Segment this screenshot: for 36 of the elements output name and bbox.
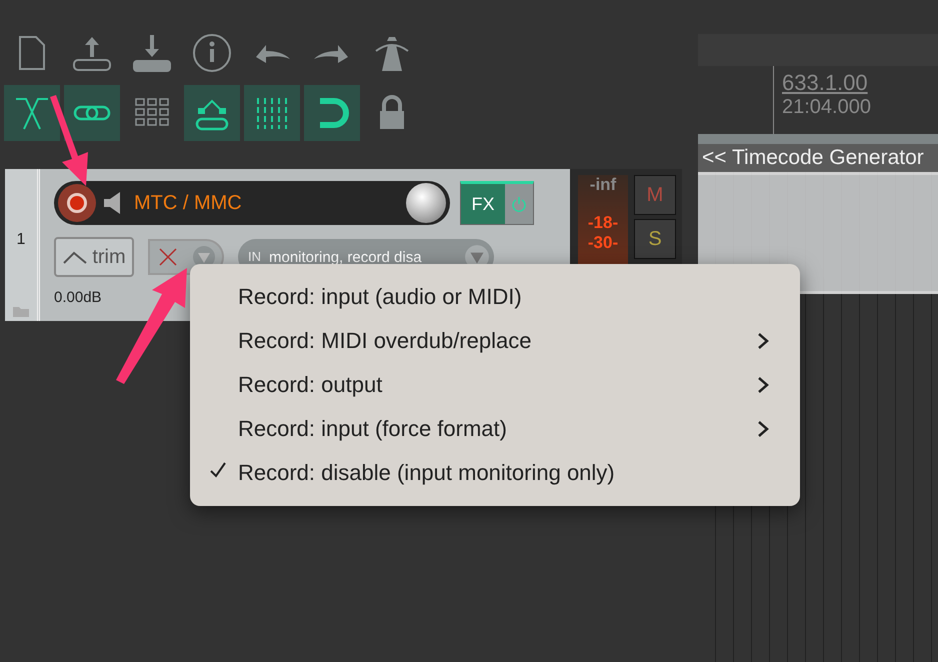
cross-icon — [156, 246, 178, 268]
meter-scale-label: -18- — [588, 213, 618, 233]
info-icon — [192, 32, 232, 72]
menu-item[interactable]: Record: input (audio or MIDI) — [190, 275, 800, 319]
menu-item[interactable]: Record: MIDI overdub/replace — [190, 319, 800, 363]
toggle-button[interactable] — [184, 85, 240, 141]
download-icon — [132, 32, 172, 72]
menu-item[interactable]: Record: disable (input monitoring only) — [190, 451, 800, 495]
trim-button[interactable]: trim — [54, 237, 134, 277]
folder-icon — [13, 305, 29, 317]
bar-position: 633.1.00 — [782, 70, 869, 96]
volume-knob[interactable] — [406, 183, 446, 223]
time-position: 21:04.000 — [782, 96, 872, 119]
toggle-button[interactable] — [244, 85, 300, 141]
checkmark-icon — [208, 460, 228, 480]
menu-item[interactable]: Record: input (force format) — [190, 407, 800, 451]
toolbar-button[interactable] — [192, 32, 232, 72]
toggle-button[interactable] — [64, 85, 120, 141]
toolbar-button[interactable] — [132, 32, 172, 72]
media-item-header[interactable]: << Timecode Generator — [698, 144, 938, 172]
solo-button[interactable]: S — [634, 219, 676, 259]
power-icon — [511, 196, 527, 212]
track-number: 1 — [16, 231, 26, 249]
fx-button[interactable]: FX — [460, 181, 534, 225]
media-item-name: << Timecode Generator — [702, 146, 924, 170]
input-tag: IN — [248, 250, 261, 264]
track-name-bar[interactable]: MTC / MMC — [54, 181, 450, 225]
record-arm-button[interactable] — [58, 184, 96, 222]
trim-volume: 0.00dB — [54, 289, 102, 306]
input-label: monitoring, record disa — [269, 248, 423, 266]
track-name: MTC / MMC — [134, 192, 243, 214]
toggle-button[interactable] — [304, 85, 360, 141]
meter-scale-label: -30- — [588, 233, 618, 253]
menu-item[interactable]: Record: output — [190, 363, 800, 407]
peak-reading: -inf — [590, 175, 616, 195]
toggle-button[interactable] — [4, 85, 60, 141]
